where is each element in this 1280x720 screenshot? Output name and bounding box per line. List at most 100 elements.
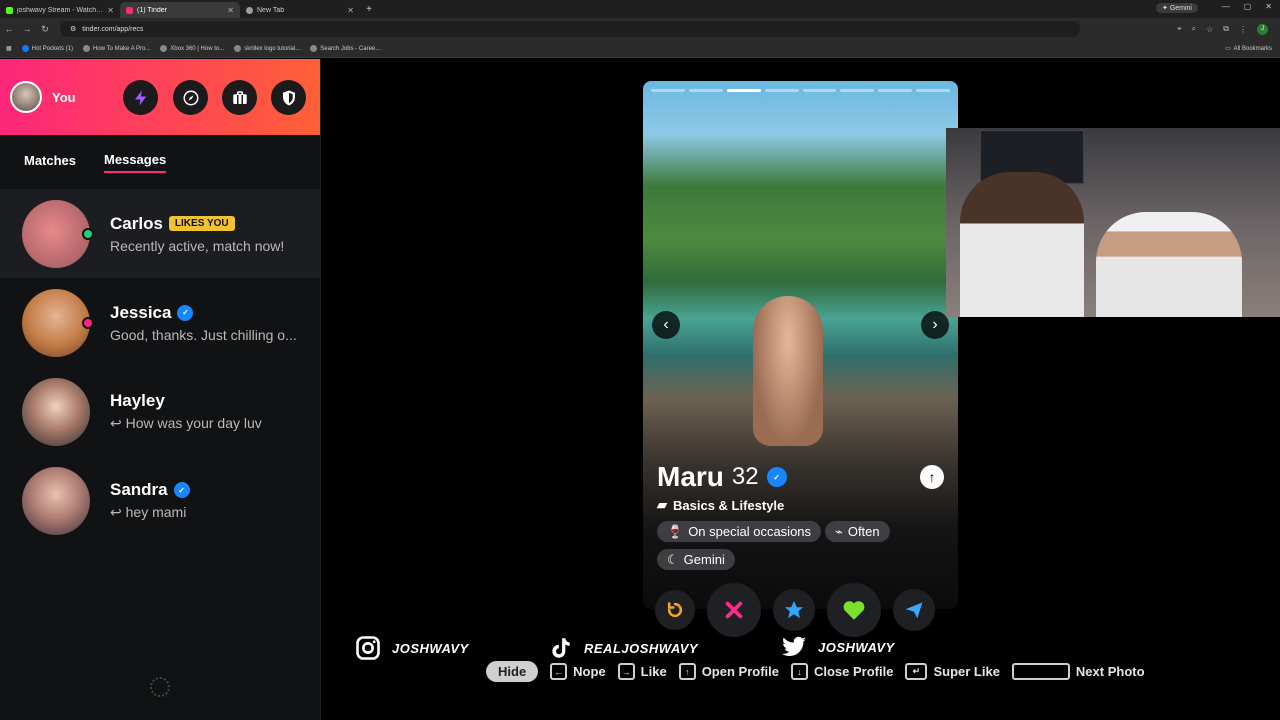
enter-key-icon: ↵	[905, 663, 928, 680]
conversation-preview: Recently active, match now!	[110, 237, 285, 254]
send-icon	[905, 602, 923, 619]
close-tab-icon[interactable]: ✕	[107, 6, 114, 15]
next-photo-button[interactable]: ›	[921, 311, 949, 339]
photo-progress-segment[interactable]	[726, 89, 761, 92]
conversation-preview: How was your day luv	[125, 415, 262, 431]
open-profile-button[interactable]: ↑	[920, 465, 944, 489]
photo-progress-segment[interactable]	[840, 89, 875, 92]
conversation-name: Sandra	[110, 480, 168, 499]
tab-kick-stream[interactable]: joshwavy Stream - Watch Live o✕	[0, 2, 120, 18]
nope-button[interactable]	[707, 583, 761, 637]
photo-progress-segment[interactable]	[916, 89, 950, 92]
bookmark-item[interactable]: How To Make A Pro...	[83, 45, 150, 52]
menu-icon[interactable]: ⋮	[1239, 25, 1247, 34]
like-button[interactable]	[827, 583, 881, 637]
social-overlay: JOSHWAVY REALJOSHWAVY JOSHWAVY	[354, 632, 914, 662]
tiktok-icon	[552, 638, 570, 658]
online-indicator	[82, 227, 94, 240]
list-item[interactable]: Hayley ↩ How was your day luv	[0, 367, 320, 456]
all-bookmarks[interactable]: ▭ All Bookmarks	[1224, 45, 1272, 53]
close-window-icon[interactable]: ✕	[1265, 2, 1272, 11]
site-info-icon[interactable]: ⚙	[70, 25, 76, 33]
reply-icon: ↩	[110, 504, 126, 520]
photo-progress-segment[interactable]	[764, 89, 799, 92]
list-item[interactable]: Sandra ✓ ↩ hey mami	[0, 456, 320, 545]
safety-button[interactable]	[271, 80, 306, 115]
rewind-button[interactable]	[655, 590, 695, 630]
tab-strip: joshwavy Stream - Watch Live o✕ (1) Tind…	[0, 0, 1280, 18]
previous-photo-button[interactable]: ‹	[652, 311, 680, 339]
webcam-overlay	[946, 128, 1280, 317]
location-icon[interactable]: ⌖	[1177, 24, 1182, 34]
profile-age: 32	[731, 463, 759, 490]
window-controls: — ▢ ✕	[1222, 2, 1272, 11]
bookmark-item[interactable]: Xbox 360 | How to...	[160, 45, 224, 52]
chrome-icon	[246, 6, 253, 14]
profile-photo	[753, 296, 823, 446]
gemini-button[interactable]: ✦ Gemini	[1156, 3, 1198, 13]
hide-button[interactable]: Hide	[486, 661, 539, 682]
boost-send-button[interactable]	[893, 589, 935, 631]
open-profile-shortcut-label: Open Profile	[701, 664, 779, 679]
avatar	[22, 466, 90, 535]
tab-new-tab[interactable]: New Tab ✕	[240, 2, 360, 18]
bookmark-star-icon[interactable]: ☆	[1206, 25, 1213, 34]
tab-messages[interactable]: Messages	[104, 152, 167, 173]
bookmark-item[interactable]: Hot Pockets (1)	[21, 45, 73, 52]
close-tab-icon[interactable]: ✕	[347, 6, 354, 15]
minimize-icon[interactable]: —	[1222, 2, 1230, 11]
forward-icon[interactable]: →	[18, 24, 36, 34]
toolbar-icons: ⌖ ⌕ ☆ ⧉ ⋮ J	[1177, 23, 1268, 35]
shortcuts-bar: Hide ← Nope → Like ↑ Open Profile ↓ Close Pr…	[486, 661, 1145, 682]
close-tab-icon[interactable]: ✕	[227, 6, 234, 15]
tag-icon: ▰	[657, 497, 667, 512]
reload-icon[interactable]: ↻	[36, 24, 54, 35]
arrow-up-icon: ↑	[928, 469, 936, 485]
avatar	[22, 288, 94, 357]
close-icon	[725, 601, 743, 619]
work-button[interactable]	[222, 80, 257, 115]
bookmarks-bar: ▦ Hot Pockets (1) How To Make A Pro... X…	[0, 40, 1280, 58]
instagram-icon	[356, 636, 380, 660]
conversation-preview: Good, thanks. Just chilling o...	[110, 326, 297, 343]
profile-avatar[interactable]: J	[1257, 23, 1268, 35]
apps-icon[interactable]: ▦	[6, 45, 12, 52]
new-tab-button[interactable]: +	[360, 4, 378, 15]
arrow-left-key-icon: ←	[550, 663, 568, 680]
bookmark-item[interactable]: skrillex logo tutorial...	[234, 45, 300, 52]
profile-card[interactable]: ‹ › Maru 32 ✓ ↑ ▰ Basics & Lifestyle 🍷 On …	[643, 81, 958, 609]
tab-matches[interactable]: Matches	[24, 153, 76, 172]
photo-progress-segment[interactable]	[688, 89, 723, 92]
list-item[interactable]: Jessica ✓ Good, thanks. Just chilling o..…	[0, 278, 320, 367]
back-icon[interactable]: ←	[0, 24, 18, 34]
bookmark-item[interactable]: Search Jobs - Caree...	[310, 45, 380, 52]
photo-progress-segment[interactable]	[802, 89, 837, 92]
arrow-right-key-icon: →	[617, 663, 635, 680]
explore-button[interactable]	[173, 80, 208, 115]
compass-icon	[183, 90, 198, 105]
sidebar: You Matches Messages Carlos LIKES YOU Rec…	[0, 59, 321, 720]
kick-icon	[6, 6, 13, 14]
extensions-icon[interactable]: ⧉	[1223, 24, 1229, 34]
folder-icon: ▭	[1224, 46, 1231, 52]
briefcase-icon	[232, 90, 247, 104]
avatar	[22, 199, 94, 268]
list-item[interactable]: Carlos LIKES YOU Recently active, match n…	[0, 189, 320, 278]
tiktok-handle: REALJOSHWAVY	[584, 640, 699, 656]
maximize-icon[interactable]: ▢	[1244, 2, 1252, 11]
profile-name: Maru	[657, 461, 724, 492]
photo-progress-segment[interactable]	[878, 89, 913, 92]
avatar[interactable]	[10, 81, 42, 113]
arrow-up-key-icon: ↑	[678, 663, 696, 680]
boost-button[interactable]	[123, 80, 158, 115]
photo-progress-segment[interactable]	[651, 89, 685, 92]
super-like-button[interactable]	[773, 589, 815, 631]
zoom-icon[interactable]: ⌕	[1192, 24, 1196, 34]
tab-tinder[interactable]: (1) Tinder ✕	[120, 2, 240, 18]
profile-label[interactable]: You	[52, 90, 76, 105]
action-bar	[655, 583, 935, 637]
url-input[interactable]: ⚙ tinder.com/app/recs	[60, 21, 1080, 37]
glass-icon: 🍷	[667, 523, 684, 539]
likes-you-badge: LIKES YOU	[168, 216, 235, 231]
tinder-icon	[126, 6, 133, 14]
